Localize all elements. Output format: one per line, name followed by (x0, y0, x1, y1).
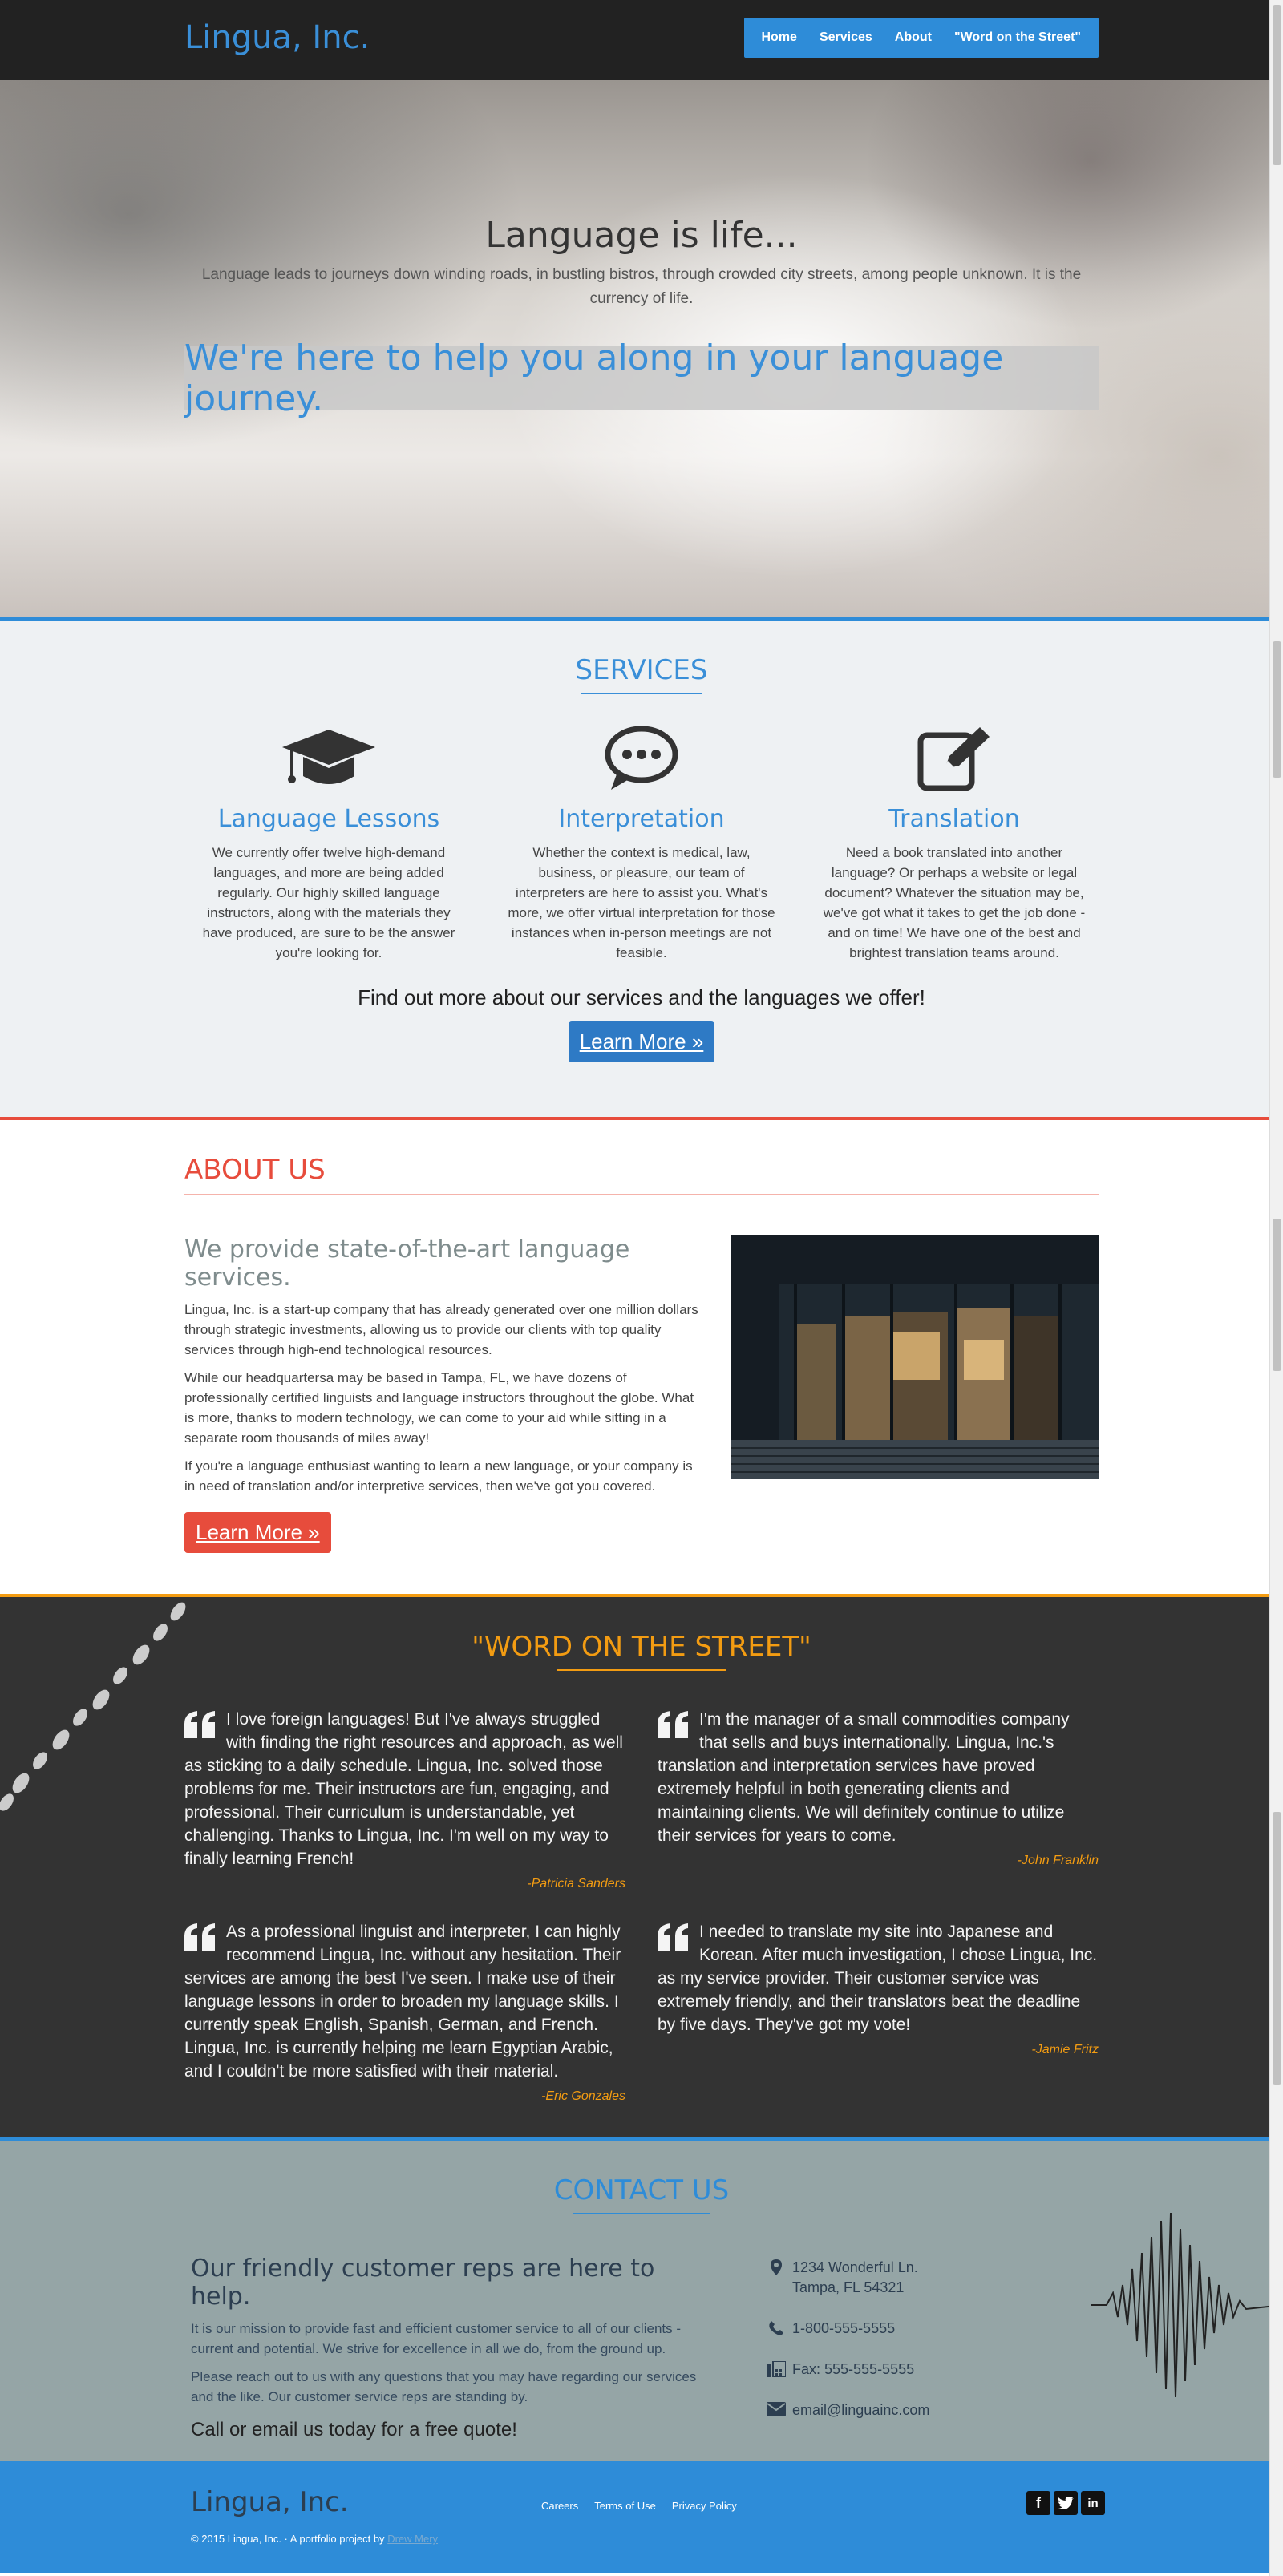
footprints-icon (0, 1597, 192, 1818)
contact-title: CONTACT US (553, 2174, 730, 2206)
testimonial-text: I love foreign languages! But I've alway… (184, 1710, 623, 1868)
edit-pencil-icon (810, 723, 1099, 794)
quote-icon (658, 1711, 690, 1745)
author-link[interactable]: Drew Mery (387, 2533, 438, 2545)
speech-bubble-icon (497, 723, 786, 794)
map-marker-icon (760, 2258, 792, 2275)
contact-paragraph: Please reach out to us with any question… (191, 2369, 697, 2404)
nav-menu: Home Services About "Word on the Street" (743, 18, 1099, 58)
scrollbar-thumb[interactable] (1273, 5, 1281, 165)
testimonial-text: I needed to translate my site into Japan… (658, 1923, 1098, 2034)
contact-section: CONTACT US Our friendly customer reps ar… (0, 2137, 1283, 2461)
nav-item-about[interactable]: About (884, 30, 943, 45)
address-line-2: Tampa, FL 54321 (792, 2279, 905, 2295)
twitter-icon[interactable] (1054, 2491, 1078, 2515)
testimonial-author: -John Franklin (1017, 1854, 1099, 1867)
service-text: Whether the context is medical, law, bus… (508, 845, 775, 960)
services-learn-more-button[interactable]: Learn More » (568, 1021, 715, 1062)
contact-paragraph: It is our mission to provide fast and ef… (191, 2321, 682, 2356)
about-subtitle: We provide state-of-the-art language ser… (184, 1235, 630, 1292)
about-title: ABOUT US (184, 1154, 326, 1186)
about-divider (184, 1194, 1099, 1195)
footer-link-careers[interactable]: Careers (541, 2500, 578, 2512)
service-title: Interpretation (558, 805, 725, 833)
about-paragraph: While our headquartersa may be based in … (184, 1370, 694, 1446)
footer-link-terms[interactable]: Terms of Use (594, 2500, 656, 2512)
footer: Lingua, Inc. © 2015 Lingua, Inc. · A por… (0, 2461, 1283, 2573)
social-icons: f in (1026, 2491, 1105, 2515)
contact-email: email@linguainc.com (760, 2400, 929, 2420)
contact-details: 1234 Wonderful Ln. Tampa, FL 54321 1-800-… (760, 2255, 929, 2441)
copyright-text: © 2015 Lingua, Inc. · A portfolio projec… (191, 2533, 385, 2545)
contact-fax: Fax: 555-555-5555 (760, 2360, 929, 2380)
about-section: ABOUT US We provide state-of-the-art lan… (0, 1117, 1283, 1594)
testimonial: I love foreign languages! But I've alway… (184, 1708, 625, 1891)
about-learn-more-button[interactable]: Learn More » (184, 1512, 331, 1553)
phone-number[interactable]: 1-800-555-5555 (792, 2319, 895, 2339)
service-interpretation: Interpretation Whether the context is me… (497, 723, 786, 963)
envelope-icon (760, 2400, 792, 2416)
footer-brand: Lingua, Inc. (191, 2486, 349, 2518)
scrollbar-thumb[interactable] (1273, 641, 1281, 778)
contact-divider (573, 2213, 710, 2214)
testimonials-title: "WORD ON THE STREET" (472, 1631, 811, 1663)
scrollbar-thumb[interactable] (1273, 1812, 1281, 2085)
service-title: Language Lessons (217, 805, 440, 833)
footer-links: Careers Terms of Use Privacy Policy (541, 2500, 737, 2512)
testimonial-author: -Jamie Fritz (1031, 2043, 1099, 2056)
brand-logo[interactable]: Lingua, Inc. (184, 19, 370, 56)
contact-subtitle: Our friendly customer reps are here to h… (191, 2255, 655, 2311)
footer-link-privacy[interactable]: Privacy Policy (672, 2500, 737, 2512)
service-title: Translation (888, 805, 1020, 833)
testimonials-divider (557, 1669, 726, 1671)
service-translation: Translation Need a book translated into … (810, 723, 1099, 963)
testimonial: I needed to translate my site into Japan… (658, 1920, 1099, 2104)
email-address[interactable]: email@linguainc.com (792, 2400, 929, 2420)
quote-icon (184, 1923, 217, 1957)
contact-address: 1234 Wonderful Ln. Tampa, FL 54321 (760, 2258, 929, 2298)
fax-icon (760, 2360, 792, 2377)
phone-icon (760, 2319, 792, 2336)
facebook-icon[interactable]: f (1026, 2491, 1050, 2515)
service-text: Need a book translated into another lang… (823, 845, 1086, 960)
about-paragraph: If you're a language enthusiast wanting … (184, 1458, 693, 1494)
testimonial-text: I'm the manager of a small commodities c… (658, 1710, 1070, 1845)
graduation-cap-icon (184, 723, 473, 794)
hero-banner: We're here to help you along in your lan… (184, 338, 1099, 419)
service-text: We currently offer twelve high-demand la… (202, 845, 455, 960)
services-title: SERVICES (575, 654, 708, 686)
services-find-more: Find out more about our services and the… (358, 985, 925, 1009)
testimonial: As a professional linguist and interpret… (184, 1920, 625, 2104)
testimonial-author: -Patricia Sanders (527, 1877, 625, 1891)
services-section: SERVICES Language Lessons We currently o… (0, 617, 1283, 1117)
testimonial-author: -Eric Gonzales (541, 2089, 625, 2103)
linkedin-icon[interactable]: in (1081, 2491, 1105, 2515)
service-language-lessons: Language Lessons We currently offer twel… (184, 723, 473, 963)
testimonial-text: As a professional linguist and interpret… (184, 1923, 621, 2081)
contact-cta: Call or email us today for a free quote! (191, 2419, 517, 2441)
hero-banner-text: We're here to help you along in your lan… (184, 338, 1004, 419)
quote-icon (658, 1923, 690, 1957)
sound-wave-icon (1091, 2189, 1283, 2425)
quote-icon (184, 1711, 217, 1745)
services-divider (581, 693, 702, 694)
page-scrollbar[interactable] (1269, 0, 1283, 2576)
address-line-1: 1234 Wonderful Ln. (792, 2259, 918, 2275)
nav-item-word-on-the-street[interactable]: "Word on the Street" (943, 30, 1092, 45)
fax-number: Fax: 555-555-5555 (792, 2361, 915, 2377)
about-paragraph: Lingua, Inc. is a start-up company that … (184, 1302, 698, 1357)
top-navbar: Lingua, Inc. Home Services About "Word o… (0, 0, 1283, 80)
office-building-photo (731, 1235, 1099, 1479)
nav-item-services[interactable]: Services (808, 30, 884, 45)
scrollbar-thumb[interactable] (1273, 1219, 1281, 1371)
contact-phone: 1-800-555-5555 (760, 2319, 929, 2339)
testimonial: I'm the manager of a small commodities c… (658, 1708, 1099, 1891)
testimonials-section: "WORD ON THE STREET" I love foreign lang… (0, 1594, 1283, 2137)
footer-copyright: © 2015 Lingua, Inc. · A portfolio projec… (191, 2533, 438, 2545)
hero-title: Language is life... (485, 215, 798, 256)
hero-section: Language is life... Language leads to jo… (0, 80, 1283, 617)
nav-item-home[interactable]: Home (751, 30, 808, 45)
hero-lead: Language leads to journeys down winding … (201, 266, 1082, 307)
